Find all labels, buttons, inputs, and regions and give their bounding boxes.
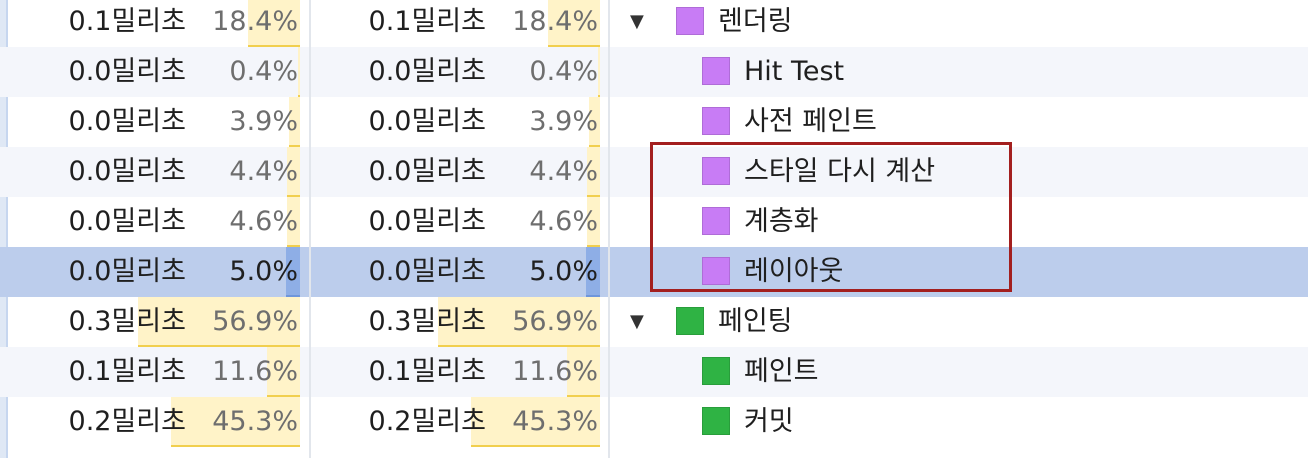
- activity-name: Hit Test: [744, 56, 845, 87]
- category-color-swatch: [702, 357, 730, 385]
- self-time-value: 0.0밀리초: [68, 206, 186, 237]
- table-row[interactable]: 0.0밀리초 0.4% 0.0밀리초 0.4% Hit Test: [0, 47, 1308, 97]
- table-row[interactable]: 0.1밀리초 11.6% 0.1밀리초 11.6% 페인트: [0, 347, 1308, 397]
- self-percent-value: 4.4%: [229, 156, 298, 187]
- self-time-value: 0.0밀리초: [68, 106, 186, 137]
- total-time-bar: [598, 47, 600, 97]
- activity-name: 커밋: [744, 406, 794, 437]
- self-percent-value: 0.4%: [229, 56, 298, 87]
- total-time-value: 0.0밀리초: [368, 206, 486, 237]
- expand-arrow-icon[interactable]: ▼: [630, 0, 644, 47]
- total-time-value: 0.0밀리초: [368, 56, 486, 87]
- total-percent-value: 4.6%: [529, 206, 598, 237]
- total-time-value: 0.3밀리초: [368, 306, 486, 337]
- self-percent-value: 18.4%: [212, 6, 298, 37]
- total-time-value: 0.0밀리초: [368, 156, 486, 187]
- total-percent-value: 45.3%: [512, 406, 598, 437]
- activity-name: 페인트: [744, 356, 819, 387]
- table-row[interactable]: 0.2밀리초 45.3% 0.2밀리초 45.3% 커밋: [0, 397, 1308, 447]
- self-percent-value: 5.0%: [229, 256, 298, 287]
- total-time-value: 0.2밀리초: [368, 406, 486, 437]
- activity-name: 페인팅: [718, 306, 793, 337]
- total-time-value: 0.0밀리초: [368, 106, 486, 137]
- total-percent-value: 18.4%: [512, 6, 598, 37]
- category-color-swatch: [676, 307, 704, 335]
- category-color-swatch: [676, 7, 704, 35]
- self-time-value: 0.0밀리초: [68, 256, 186, 287]
- total-percent-value: 56.9%: [512, 306, 598, 337]
- table-row[interactable]: 0.1밀리초 18.4% 0.1밀리초 18.4% ▼ 렌더링: [0, 0, 1308, 47]
- total-percent-value: 5.0%: [529, 256, 598, 287]
- column-divider-self[interactable]: [309, 0, 311, 458]
- table-row[interactable]: 0.0밀리초 3.9% 0.0밀리초 3.9% 사전 페인트: [0, 97, 1308, 147]
- total-percent-value: 3.9%: [529, 106, 598, 137]
- table-row[interactable]: 0.3밀리초 56.9% 0.3밀리초 56.9% ▼ 페인팅: [0, 297, 1308, 347]
- self-time-value: 0.0밀리초: [68, 56, 186, 87]
- self-time-value: 0.1밀리초: [68, 356, 186, 387]
- self-time-bar: [298, 47, 300, 97]
- total-percent-value: 0.4%: [529, 56, 598, 87]
- category-color-swatch: [702, 107, 730, 135]
- self-percent-value: 56.9%: [212, 306, 298, 337]
- self-time-value: 0.1밀리초: [68, 6, 186, 37]
- self-time-value: 0.0밀리초: [68, 156, 186, 187]
- self-percent-value: 4.6%: [229, 206, 298, 237]
- self-percent-value: 3.9%: [229, 106, 298, 137]
- column-divider-total[interactable]: [608, 0, 610, 458]
- total-time-value: 0.1밀리초: [368, 6, 486, 37]
- expand-arrow-icon[interactable]: ▼: [630, 297, 644, 347]
- total-time-value: 0.1밀리초: [368, 356, 486, 387]
- self-time-value: 0.2밀리초: [68, 406, 186, 437]
- self-percent-value: 11.6%: [212, 356, 298, 387]
- self-time-value: 0.3밀리초: [68, 306, 186, 337]
- total-percent-value: 4.4%: [529, 156, 598, 187]
- highlight-annotation-box: [650, 142, 1012, 292]
- category-color-swatch: [702, 407, 730, 435]
- total-percent-value: 11.6%: [512, 356, 598, 387]
- activity-name: 사전 페인트: [744, 106, 877, 137]
- self-percent-value: 45.3%: [212, 406, 298, 437]
- activity-name: 렌더링: [718, 6, 793, 37]
- total-time-value: 0.0밀리초: [368, 256, 486, 287]
- category-color-swatch: [702, 57, 730, 85]
